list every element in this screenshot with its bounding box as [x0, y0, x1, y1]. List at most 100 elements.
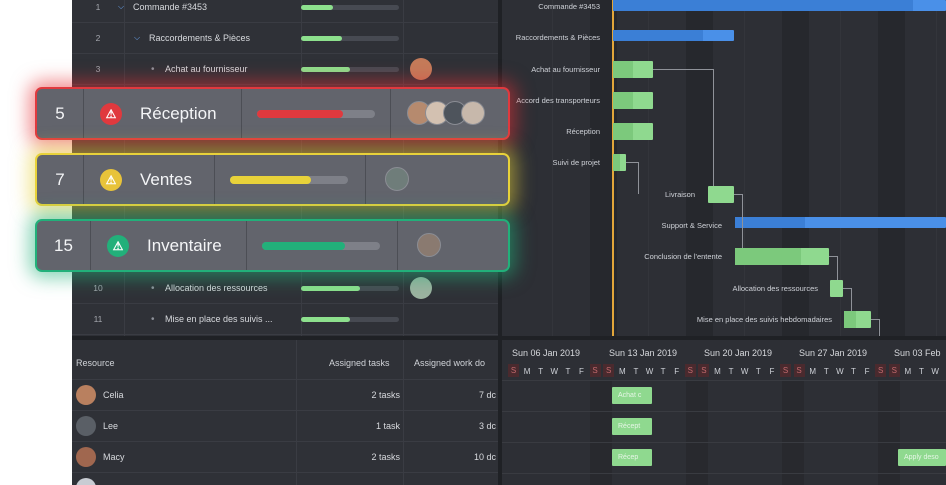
- task-row[interactable]: 11 • Mise en place des suivis ...: [72, 304, 498, 335]
- collapse-chevron-icon[interactable]: ⌵: [134, 33, 140, 43]
- gantt-task-bar[interactable]: [613, 154, 626, 171]
- assignment-chip[interactable]: Récep: [612, 449, 652, 466]
- bullet-icon: •: [151, 283, 155, 294]
- card-divider: [397, 221, 398, 270]
- grid-line: [936, 0, 937, 336]
- task-number: 2: [95, 33, 101, 43]
- collapse-chevron-icon[interactable]: ⌵: [118, 2, 124, 12]
- day-letter: M: [809, 367, 817, 376]
- gantt-task-bar[interactable]: [708, 186, 734, 203]
- avatar: [417, 233, 441, 257]
- resource-row[interactable]: Macy 2 tasks 10 dc: [72, 442, 498, 473]
- day-letter: T: [823, 367, 829, 376]
- gantt-task-bar[interactable]: [844, 311, 871, 328]
- card-divider: [90, 221, 91, 270]
- gantt-task-bar[interactable]: [735, 248, 829, 265]
- resource-row[interactable]: Lee 1 task 3 dc: [72, 411, 498, 442]
- task-row[interactable]: 1 ⌵ Commande #3453: [72, 0, 498, 23]
- resource-tasks: 2 tasks: [371, 452, 400, 462]
- task-number: 11: [93, 314, 103, 324]
- warning-triangle-icon: ⚠: [107, 235, 129, 257]
- resource-row[interactable]: Celia 2 tasks 7 dc: [72, 380, 498, 411]
- row-line: [502, 380, 946, 381]
- day-letter: M: [523, 367, 531, 376]
- assignment-chip[interactable]: Récept: [612, 418, 652, 435]
- day-letter: T: [755, 367, 761, 376]
- header-assigned-tasks[interactable]: Assigned tasks: [329, 358, 390, 368]
- card-progress-bar: [230, 176, 348, 184]
- gantt-label: Mise en place des suivis hebdomadaires: [696, 315, 832, 324]
- progress-fill: [230, 176, 312, 184]
- task-name: Commande #3453: [133, 2, 208, 12]
- week-label: Sun 20 Jan 2019: [704, 348, 773, 358]
- resource-row[interactable]: [72, 473, 498, 485]
- day-letter: W: [740, 367, 749, 376]
- gantt-task-bar[interactable]: [613, 123, 653, 140]
- assignment-chip[interactable]: Apply deso: [898, 449, 946, 466]
- warning-triangle-icon: ⚠: [100, 103, 122, 125]
- warning-triangle-icon: ⚠: [100, 169, 122, 191]
- day-letter: F: [579, 367, 584, 376]
- dependency-line: [829, 256, 837, 257]
- task-name: Allocation des ressources: [165, 283, 268, 293]
- assignment-chip[interactable]: Achat c: [612, 387, 652, 404]
- card-title: Ventes: [140, 170, 192, 189]
- task-row[interactable]: 2 ⌵ Raccordements & Pièces: [72, 23, 498, 54]
- day-letter: W: [550, 367, 559, 376]
- header-assigned-work[interactable]: Assigned work do: [414, 358, 485, 368]
- task-row[interactable]: 3 • Achat au fournisseur: [72, 54, 498, 85]
- week-label: Sun 06 Jan 2019: [512, 348, 581, 358]
- weekend-band: [686, 380, 708, 485]
- bullet-icon: •: [151, 314, 155, 325]
- gantt-label: Accord des transporteurs: [516, 96, 600, 105]
- gantt-task-bar[interactable]: [830, 280, 843, 297]
- gantt-task-bar[interactable]: [613, 92, 653, 109]
- avatar: [410, 58, 432, 80]
- progress-fill: [257, 110, 344, 118]
- card-divider: [390, 89, 391, 138]
- gantt-label: Conclusion de l'entente: [644, 252, 722, 261]
- day-letter: S: [888, 364, 900, 377]
- day-letter: T: [851, 367, 856, 376]
- dependency-line: [871, 319, 879, 320]
- week-label: Sun 13 Jan 2019: [609, 348, 678, 358]
- resource-panel: Resource Assigned tasks Assigned work do…: [72, 336, 498, 485]
- avatar: [76, 447, 96, 467]
- card-progress-bar: [262, 242, 380, 250]
- dependency-line: [837, 256, 838, 280]
- day-letter: T: [538, 367, 544, 376]
- day-letter: T: [660, 367, 666, 376]
- day-letter: S: [793, 364, 805, 377]
- row-line: [502, 442, 946, 443]
- day-letter: M: [618, 367, 626, 376]
- day-letter: S: [603, 364, 615, 377]
- gantt-chart: Commande #3453 Raccordements & Pièces Ac…: [502, 0, 946, 336]
- gantt-label: Réception: [566, 127, 600, 136]
- task-number: 1: [95, 2, 101, 12]
- avatar: [410, 277, 432, 299]
- weekend-band: [878, 380, 900, 485]
- week-label: Sun 03 Feb: [894, 348, 941, 358]
- alert-card-inventaire[interactable]: 15 ⚠ Inventaire: [35, 219, 510, 272]
- day-letter: W: [836, 367, 844, 376]
- resource-timeline: Sun 06 Jan 2019 Sun 13 Jan 2019 Sun 20 J…: [502, 336, 946, 485]
- avatar: [76, 416, 96, 436]
- row-line: [502, 411, 946, 412]
- gantt-summary-bar[interactable]: [613, 30, 734, 41]
- header-resource[interactable]: Resource: [76, 358, 115, 368]
- dependency-line: [653, 69, 713, 70]
- gantt-summary-bar[interactable]: [613, 0, 946, 11]
- gantt-summary-bar[interactable]: [735, 217, 946, 228]
- task-row[interactable]: 10 • Allocation des ressources: [72, 273, 498, 304]
- task-progress-bar: [301, 286, 399, 291]
- avatar: [76, 478, 96, 485]
- resource-work: 10 dc: [473, 452, 496, 462]
- alert-card-ventes[interactable]: 7 ⚠ Ventes: [35, 153, 510, 206]
- day-letter: M: [714, 367, 721, 376]
- gantt-task-bar[interactable]: [613, 61, 653, 78]
- day-letter: W: [645, 367, 654, 376]
- dependency-line: [851, 288, 852, 311]
- dependency-line: [638, 162, 639, 194]
- card-divider: [83, 89, 84, 138]
- alert-card-reception[interactable]: 5 ⚠ Réception: [35, 87, 510, 140]
